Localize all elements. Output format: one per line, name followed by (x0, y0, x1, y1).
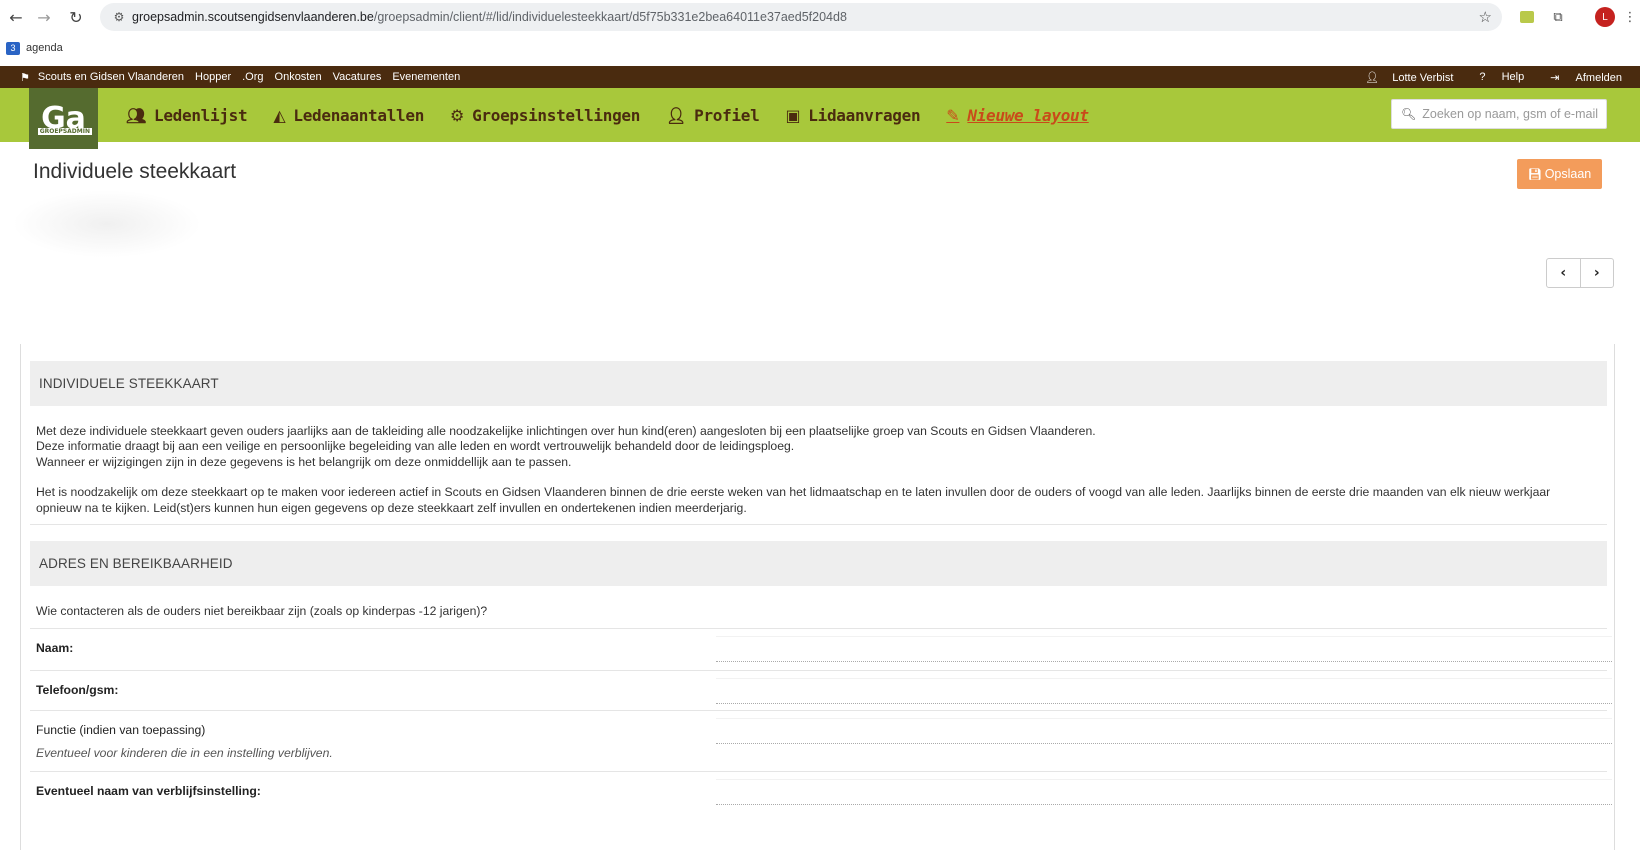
field-label-telefoon: Telefoon/gsm: (36, 683, 119, 697)
field-label-functie: Functie (indien van toepassing) (36, 723, 206, 737)
users-icon: 👥︎ (126, 105, 147, 125)
intro-line-3: Wanneer er wijzigingen zijn in deze gege… (36, 454, 572, 469)
form-row-telefoon: Telefoon/gsm: (30, 670, 1612, 710)
user-icon: 👤︎ (1365, 71, 1380, 84)
url-path: /groepsadmin/client/#/lid/individueleste… (373, 10, 847, 24)
back-icon[interactable]: ← (2, 3, 30, 31)
next-record-button[interactable]: › (1581, 259, 1614, 287)
intro-line-1: Met deze individuele steekkaart geven ou… (36, 424, 1096, 438)
profile-avatar[interactable]: L (1595, 7, 1615, 27)
steekkaart-form: INDIVIDUELE STEEKKAART Met deze individu… (20, 344, 1615, 850)
section-heading-steekkaart: INDIVIDUELE STEEKKAART (30, 361, 1607, 406)
calendar-icon: 3 (6, 41, 20, 55)
field-label-naam: Naam: (36, 641, 74, 655)
telefoon-input[interactable] (716, 678, 1612, 704)
contact-question: Wie contacteren als de ouders niet berei… (36, 604, 488, 618)
save-button[interactable]: 💾︎ Opslaan (1517, 159, 1602, 189)
nav-groepsinstellingen[interactable]: ⚙ Groepsinstellingen (450, 106, 640, 125)
main-menu: 👥︎ Ledenlijst ◭ Ledenaantallen ⚙ Groepsinst… (126, 88, 1115, 142)
contact-card-icon: ▣ (785, 105, 801, 125)
extensions-puzzle-icon[interactable]: ⧉ (1548, 7, 1568, 27)
nav-ledenaantallen[interactable]: ◭ Ledenaantallen (273, 106, 424, 125)
section-heading-adres: ADRES EN BEREIKBAARHEID (30, 541, 1607, 586)
browser-menu-icon[interactable]: ⋮ (1620, 7, 1640, 27)
reload-icon[interactable]: ↻ (62, 3, 90, 31)
people-icon: ⚑ (20, 70, 30, 84)
user-icon: 👤︎ (666, 105, 687, 125)
verblijfsinstelling-input[interactable] (716, 779, 1612, 805)
question-icon: ? (1479, 71, 1486, 83)
area-chart-icon: ◭ (273, 105, 286, 125)
search-icon: 🔍︎ (1401, 107, 1417, 121)
form-row-functie: Functie (indien van toepassing) Eventuee… (30, 710, 1612, 771)
chevron-right-icon: › (1593, 265, 1600, 281)
edit-icon: ✎ (946, 105, 960, 125)
form-row-naam: Naam: (30, 628, 1612, 670)
topnav-evenementen[interactable]: Evenementen (392, 71, 460, 83)
topnav-vacatures[interactable]: Vacatures (333, 71, 382, 83)
bookmarks-bar: 3 agenda (0, 34, 1640, 62)
logout-icon: ⇥ (1550, 71, 1560, 84)
intro-text: Met deze individuele steekkaart geven ou… (36, 424, 1596, 531)
url-domain: groepsadmin.scoutsengidsenvlaanderen.be (132, 10, 374, 24)
topnav-hopper[interactable]: Hopper (195, 71, 231, 83)
address-bar[interactable]: ⚙ groepsadmin.scoutsengidsenvlaanderen.b… (100, 3, 1502, 31)
intro-line-2: Deze informatie draagt bij aan een veili… (36, 439, 795, 454)
functie-input[interactable] (716, 718, 1612, 744)
field-hint-functie: Eventueel voor kinderen die in een inste… (36, 746, 333, 760)
main-navigation: Ga GROEPSADMIN 👥︎ Ledenlijst ◭ Ledenaantal… (0, 88, 1640, 149)
bookmark-agenda[interactable]: agenda (26, 42, 63, 54)
top-navigation: ⚑ Scouts en Gidsen Vlaanderen Hopper .Or… (0, 66, 1640, 88)
topnav-org[interactable]: .Org (242, 71, 263, 83)
extension-icon[interactable] (1517, 7, 1537, 27)
floppy-disk-icon: 💾︎ (1527, 167, 1542, 181)
chevron-left-icon: ‹ (1560, 265, 1567, 281)
intro-paragraph-2: Het is noodzakelijk om deze steekkaart o… (36, 485, 1551, 515)
topnav-onkosten[interactable]: Onkosten (275, 71, 322, 83)
form-row-verblijfsinstelling: Eventueel naam van verblijfsinstelling: (30, 771, 1612, 813)
search-input[interactable]: 🔍︎ Zoeken op naam, gsm of e-mail (1391, 99, 1607, 129)
previous-record-button[interactable]: ‹ (1547, 259, 1581, 287)
section-divider (30, 524, 1607, 525)
nav-profiel[interactable]: 👤︎ Profiel (666, 105, 760, 125)
nav-lidaanvragen[interactable]: ▣ Lidaanvragen (785, 106, 920, 125)
page-title: Individuele steekkaart (33, 160, 237, 183)
topnav-scouts[interactable]: Scouts en Gidsen Vlaanderen (38, 71, 184, 83)
nav-ledenlijst[interactable]: 👥︎ Ledenlijst (126, 105, 248, 125)
site-settings-icon[interactable]: ⚙ (106, 10, 132, 24)
forward-icon[interactable]: → (30, 3, 58, 31)
bookmark-star-icon[interactable]: ☆ (1479, 8, 1492, 26)
blurred-region (12, 190, 202, 258)
user-link[interactable]: 👤︎ Lotte Verbist (1352, 71, 1453, 84)
naam-input[interactable] (716, 636, 1612, 662)
logout-link[interactable]: ⇥ Afmelden (1537, 71, 1622, 84)
help-link[interactable]: ? Help (1466, 71, 1524, 83)
browser-toolbar: ← → ↻ ⚙ groepsadmin.scoutsengidsenvlaand… (0, 0, 1640, 34)
gears-icon: ⚙ (450, 105, 465, 125)
groepsadmin-logo[interactable]: Ga GROEPSADMIN (29, 88, 98, 149)
nav-nieuwe-layout[interactable]: ✎ Nieuwe layout (946, 105, 1089, 125)
record-pager: ‹ › (1546, 258, 1614, 288)
search-placeholder: Zoeken op naam, gsm of e-mail (1422, 107, 1599, 121)
field-label-verblijfsinstelling: Eventueel naam van verblijfsinstelling: (36, 784, 261, 798)
